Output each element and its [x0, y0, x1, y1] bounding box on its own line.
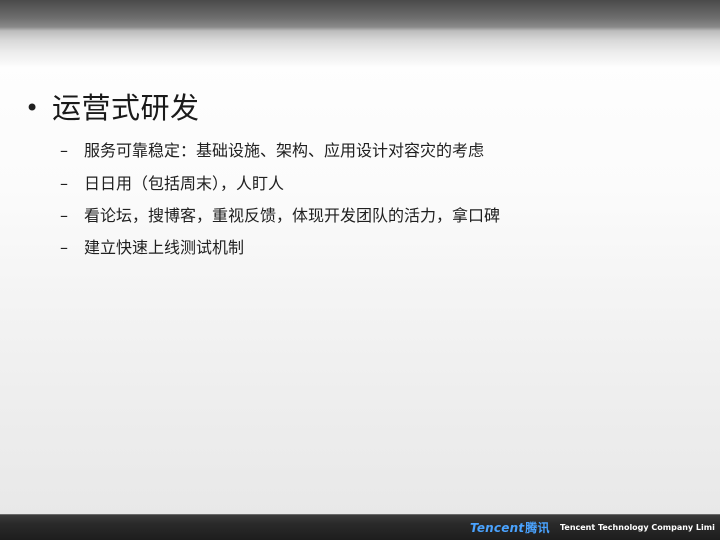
- item-text: 建立快速上线测试机制: [84, 238, 245, 257]
- logo-cjk-text: 腾讯: [525, 521, 550, 535]
- item-text: 日日用（包括周末），人盯人: [84, 174, 285, 193]
- slide-title: 运营式研发: [52, 91, 200, 125]
- item-dash: –: [60, 238, 68, 257]
- item-dash: –: [60, 141, 68, 160]
- item-dash: –: [60, 174, 68, 193]
- logo-latin-text: Tencent: [470, 521, 525, 535]
- footer-bar: Tencent腾讯 Tencent Technology Company Lim…: [0, 514, 720, 540]
- tencent-logo: Tencent腾讯: [470, 520, 556, 536]
- item-text: 看论坛，搜博客，重视反馈，体现开发团队的活力，拿口碑: [84, 206, 501, 225]
- title-bullet: •: [25, 94, 40, 122]
- item-text: 服务可靠稳定：基础设施、架构、应用设计对容灾的考虑: [84, 141, 485, 160]
- item-dash: –: [60, 206, 68, 225]
- slide: • 运营式研发 – 服务可靠稳定：基础设施、架构、应用设计对容灾的考虑 – 日日…: [0, 0, 720, 540]
- slide-content: • 运营式研发 – 服务可靠稳定：基础设施、架构、应用设计对容灾的考虑 – 日日…: [0, 0, 720, 510]
- company-name: Tencent Technology Company Limited: [560, 523, 715, 532]
